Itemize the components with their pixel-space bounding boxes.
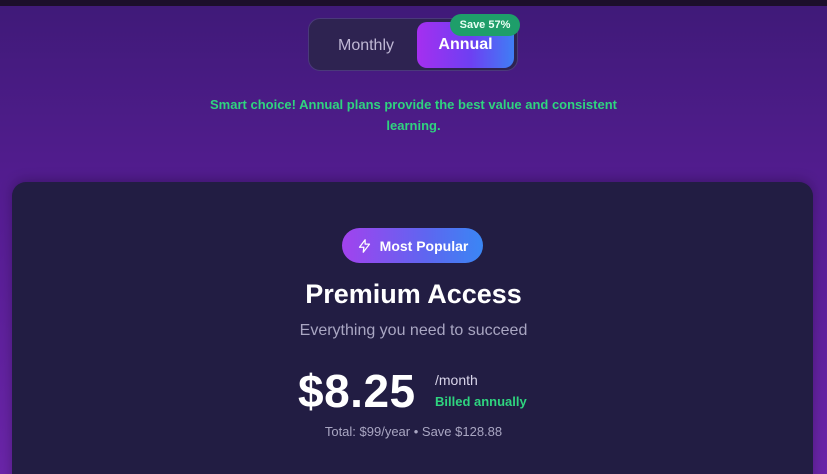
billing-note: Billed annually [435, 394, 527, 409]
smart-choice-message: Smart choice! Annual plans provide the b… [210, 97, 617, 133]
save-badge: Save 57% [450, 14, 520, 36]
lightning-icon [357, 238, 372, 254]
top-strip [0, 0, 827, 6]
most-popular-badge: Most Popular [342, 228, 483, 263]
most-popular-label: Most Popular [379, 237, 469, 254]
monthly-option[interactable]: Monthly [315, 23, 417, 68]
plan-title: Premium Access [305, 279, 522, 309]
price-period: /month [435, 372, 478, 388]
plan-subtitle: Everything you need to succeed [299, 322, 528, 339]
price-amount: $8.25 [298, 365, 416, 417]
total-line: Total: $99/year • Save $128.88 [324, 424, 503, 439]
